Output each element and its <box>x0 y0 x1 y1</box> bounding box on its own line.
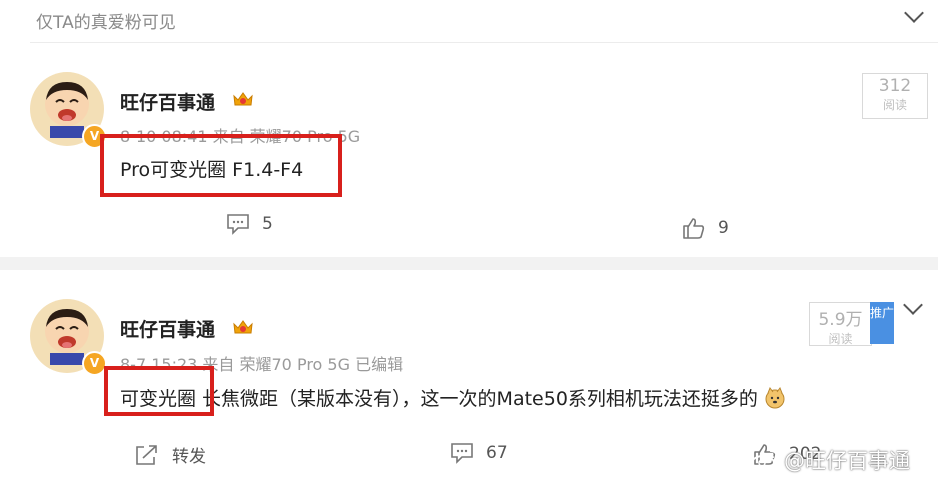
comment-icon <box>451 443 473 464</box>
read-count-badge: 5.9万 阅读 <box>809 302 872 346</box>
forward-button[interactable]: 转发 <box>134 442 206 467</box>
watermark-text: @旺仔百事通 <box>784 449 910 473</box>
read-count-badge: 312 阅读 <box>862 73 928 119</box>
read-label: 阅读 <box>882 98 907 112</box>
visibility-bar: 仅TA的真爱粉可见 <box>0 0 938 42</box>
highlight-box <box>104 366 214 416</box>
author-name[interactable]: 旺仔百事通 <box>120 88 215 115</box>
like-count: 9 <box>718 218 729 238</box>
promote-button[interactable]: 推广 <box>870 302 894 344</box>
comment-icon <box>227 214 249 235</box>
avatar[interactable]: V <box>30 299 107 376</box>
comment-button[interactable]: 67 <box>450 442 508 464</box>
forward-label: 转发 <box>172 447 206 467</box>
read-label: 阅读 <box>828 332 853 346</box>
vip-crown-icon <box>233 92 253 106</box>
comment-count: 67 <box>486 443 508 463</box>
visibility-note: 仅TA的真爱粉可见 <box>36 13 176 33</box>
vip-crown-icon <box>233 320 253 334</box>
chevron-down-icon[interactable] <box>904 3 924 23</box>
content-text: 长焦微距（某版本没有），这一次的Mate50系列相机玩法还挺多的 <box>196 388 758 410</box>
share-icon <box>136 444 157 465</box>
comment-button[interactable]: 5 <box>226 213 273 235</box>
thumbs-up-icon <box>683 218 705 239</box>
post-card: V 旺仔百事通 8-10 08:41 来自 荣耀70 Pro 5G Pro可变光… <box>0 43 938 257</box>
weibo-watermark: @旺仔百事通 <box>750 445 910 475</box>
like-button[interactable]: 9 <box>682 216 729 240</box>
read-count: 5.9万 <box>818 310 863 330</box>
comment-count: 5 <box>262 214 273 234</box>
doge-emoji-icon <box>765 386 785 409</box>
post-content: 可变光圈 长焦微距（某版本没有），这一次的Mate50系列相机玩法还挺多的 <box>120 384 786 411</box>
avatar[interactable]: V <box>30 72 107 149</box>
weibo-logo-icon <box>751 450 778 471</box>
highlight-box <box>100 134 342 197</box>
card-separator <box>0 257 938 270</box>
author-name[interactable]: 旺仔百事通 <box>120 315 215 342</box>
chevron-down-icon[interactable] <box>903 295 923 315</box>
read-count: 312 <box>878 76 912 96</box>
